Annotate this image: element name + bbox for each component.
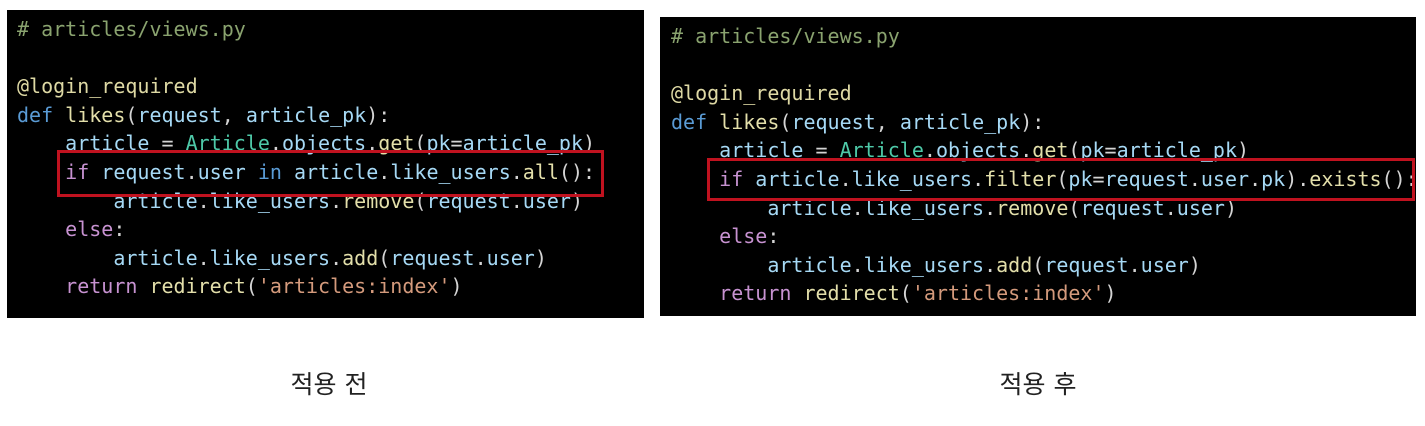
highlight-box-after: [707, 158, 1415, 201]
code-line: def likes(request, article_pk):: [671, 108, 1418, 137]
code-token: # articles/views.py: [671, 24, 900, 48]
code-token: ): [1104, 281, 1117, 306]
code-panel-before: # articles/views.py @login_required def l…: [7, 10, 644, 318]
code-token: 'articles:index': [911, 281, 1105, 306]
code-token: redirect: [803, 281, 900, 306]
code-token: .: [851, 252, 864, 277]
code-token: @login_required: [17, 74, 198, 99]
code-line: return redirect('articles:index'): [17, 272, 595, 301]
code-token: user: [486, 245, 535, 270]
code-token: likes: [65, 102, 126, 127]
code-token: ): [534, 245, 547, 270]
code-token: else: [65, 217, 114, 242]
caption-after: 적용 후: [999, 370, 1077, 399]
code-token: (: [125, 102, 138, 127]
code-token: article_pk: [899, 109, 1021, 134]
code-token: 'articles:index': [257, 274, 451, 299]
code-token: return: [65, 274, 150, 299]
highlight-box-before: [57, 150, 604, 197]
code-token: :: [767, 224, 780, 249]
code-token: :: [113, 217, 126, 242]
code-token: article_pk: [245, 102, 367, 127]
code-token: redirect: [149, 274, 246, 299]
code-token: .: [474, 245, 487, 270]
code-panel-after: # articles/views.py @login_required def l…: [660, 17, 1418, 316]
code-token: (: [899, 281, 912, 306]
code-line: # articles/views.py: [17, 15, 595, 44]
code-token: like_users: [863, 252, 985, 277]
code-token: (: [378, 245, 391, 270]
code-line: return redirect('articles:index'): [671, 279, 1418, 308]
code-token: user: [1140, 252, 1189, 277]
code-token: # articles/views.py: [17, 17, 246, 41]
code-token: def: [17, 102, 66, 127]
code-token: ): [1188, 252, 1201, 277]
code-token: (: [779, 109, 792, 134]
code-token: ,: [221, 102, 246, 127]
code-token: request: [791, 109, 876, 134]
caption-before: 적용 전: [290, 370, 368, 399]
code-token: article: [767, 252, 852, 277]
code-token: likes: [719, 109, 780, 134]
code-token: @login_required: [671, 81, 852, 106]
code-token: .: [1128, 252, 1141, 277]
code-token: request: [137, 102, 222, 127]
code-token: ,: [875, 109, 900, 134]
code-line: # articles/views.py: [671, 22, 1418, 51]
code-token: return: [719, 281, 804, 306]
code-token: .: [197, 245, 210, 270]
code-token: (: [1032, 252, 1045, 277]
code-line: article.like_users.add(request.user): [17, 244, 595, 273]
code-line: else:: [671, 222, 1418, 251]
code-line: @login_required: [17, 72, 595, 101]
code-token: request: [1044, 252, 1129, 277]
code-token: article: [113, 245, 198, 270]
code-token: .: [330, 245, 343, 270]
code-token: add: [996, 252, 1033, 277]
code-token: add: [342, 245, 379, 270]
code-token: like_users: [209, 245, 331, 270]
code-line: else:: [17, 215, 595, 244]
code-line: article.like_users.add(request.user): [671, 251, 1418, 280]
code-token: request: [390, 245, 475, 270]
code-token: ): [450, 274, 463, 299]
code-token: .: [984, 252, 997, 277]
code-token: else: [719, 224, 768, 249]
code-line: @login_required: [671, 79, 1418, 108]
code-token: (: [245, 274, 258, 299]
code-token: ):: [366, 102, 391, 127]
code-token: ):: [1020, 109, 1045, 134]
code-line: def likes(request, article_pk):: [17, 101, 595, 130]
code-token: def: [671, 109, 720, 134]
